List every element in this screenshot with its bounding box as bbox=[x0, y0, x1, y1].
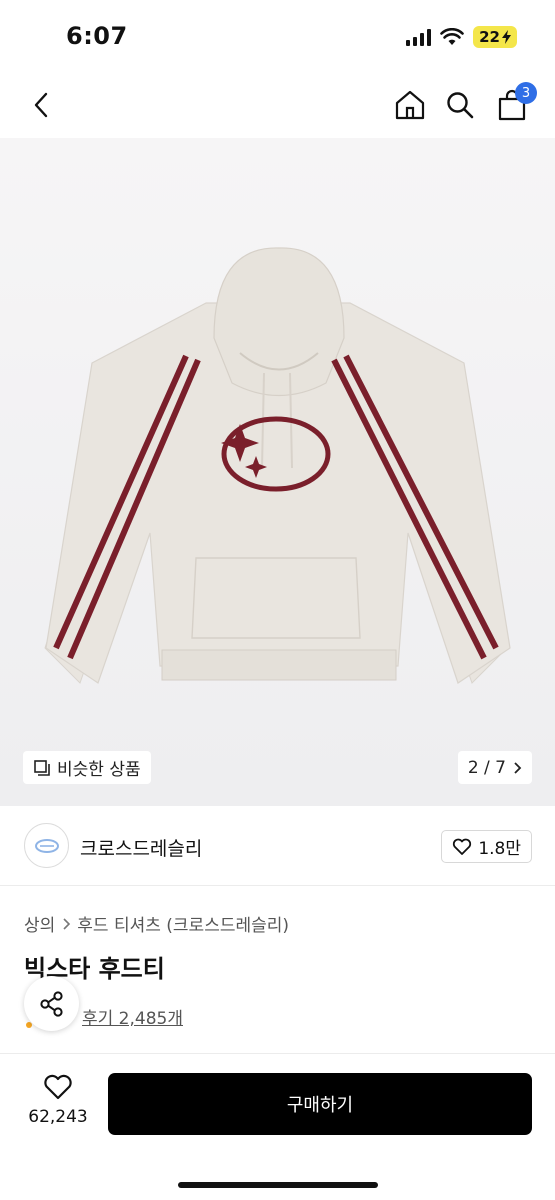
brand-logo-mark bbox=[34, 838, 59, 853]
breadcrumb-subcategory[interactable]: 후드 티셔츠 (크로스드레슬리) bbox=[77, 911, 289, 936]
nav-bar: 3 bbox=[0, 72, 555, 138]
home-button[interactable] bbox=[389, 84, 431, 126]
status-bar: 6:07 22 bbox=[0, 0, 555, 72]
share-icon bbox=[39, 990, 63, 1017]
cart-button[interactable]: 3 bbox=[491, 82, 537, 126]
image-counter-text: 2 / 7 bbox=[467, 757, 506, 778]
battery-indicator: 22 bbox=[473, 26, 517, 48]
wifi-icon bbox=[440, 28, 464, 45]
charging-bolt-icon bbox=[502, 30, 511, 44]
buy-button[interactable]: 구매하기 bbox=[108, 1073, 532, 1135]
chevron-right-icon bbox=[63, 917, 71, 930]
similar-products-label: 비슷한 상품 bbox=[57, 760, 141, 780]
review-count-link[interactable]: 후기 2,485개 bbox=[82, 1004, 183, 1029]
share-button[interactable] bbox=[24, 976, 79, 1031]
image-counter-button[interactable]: 2 / 7 bbox=[457, 751, 532, 784]
heart-icon bbox=[44, 1074, 72, 1100]
search-button[interactable] bbox=[439, 84, 481, 126]
back-button[interactable] bbox=[20, 84, 62, 126]
hoodie-product-image bbox=[44, 247, 511, 684]
breadcrumb: 상의 후드 티셔츠 (크로스드레슬리) bbox=[24, 911, 289, 936]
chevron-left-icon bbox=[34, 92, 48, 118]
brand-row: 크로스드레슬리 1.8만 bbox=[0, 806, 555, 886]
home-icon bbox=[395, 90, 425, 120]
chevron-right-icon bbox=[514, 761, 522, 774]
search-icon bbox=[447, 92, 474, 119]
brand-name[interactable]: 크로스드레슬리 bbox=[80, 834, 202, 861]
brand-like-button[interactable]: 1.8만 bbox=[441, 830, 532, 863]
brand-like-count: 1.8만 bbox=[478, 839, 521, 859]
copy-icon bbox=[34, 759, 50, 776]
battery-level: 22 bbox=[479, 28, 500, 46]
bottom-purchase-bar: 62,243 구매하기 bbox=[0, 1053, 555, 1200]
similar-products-button[interactable]: 비슷한 상품 bbox=[23, 751, 151, 784]
status-time: 6:07 bbox=[66, 22, 128, 50]
product-image-gallery[interactable]: 비슷한 상품 2 / 7 bbox=[0, 138, 555, 806]
home-indicator bbox=[178, 1182, 378, 1188]
wishlist-count: 62,243 bbox=[28, 1107, 88, 1127]
cart-count-badge: 3 bbox=[515, 82, 537, 104]
status-icons: 22 bbox=[406, 26, 517, 48]
heart-icon bbox=[453, 838, 472, 855]
wishlist-button[interactable]: 62,243 bbox=[22, 1074, 94, 1127]
cellular-signal-icon bbox=[406, 28, 432, 46]
breadcrumb-category[interactable]: 상의 bbox=[24, 911, 55, 936]
brand-logo[interactable] bbox=[24, 823, 69, 868]
